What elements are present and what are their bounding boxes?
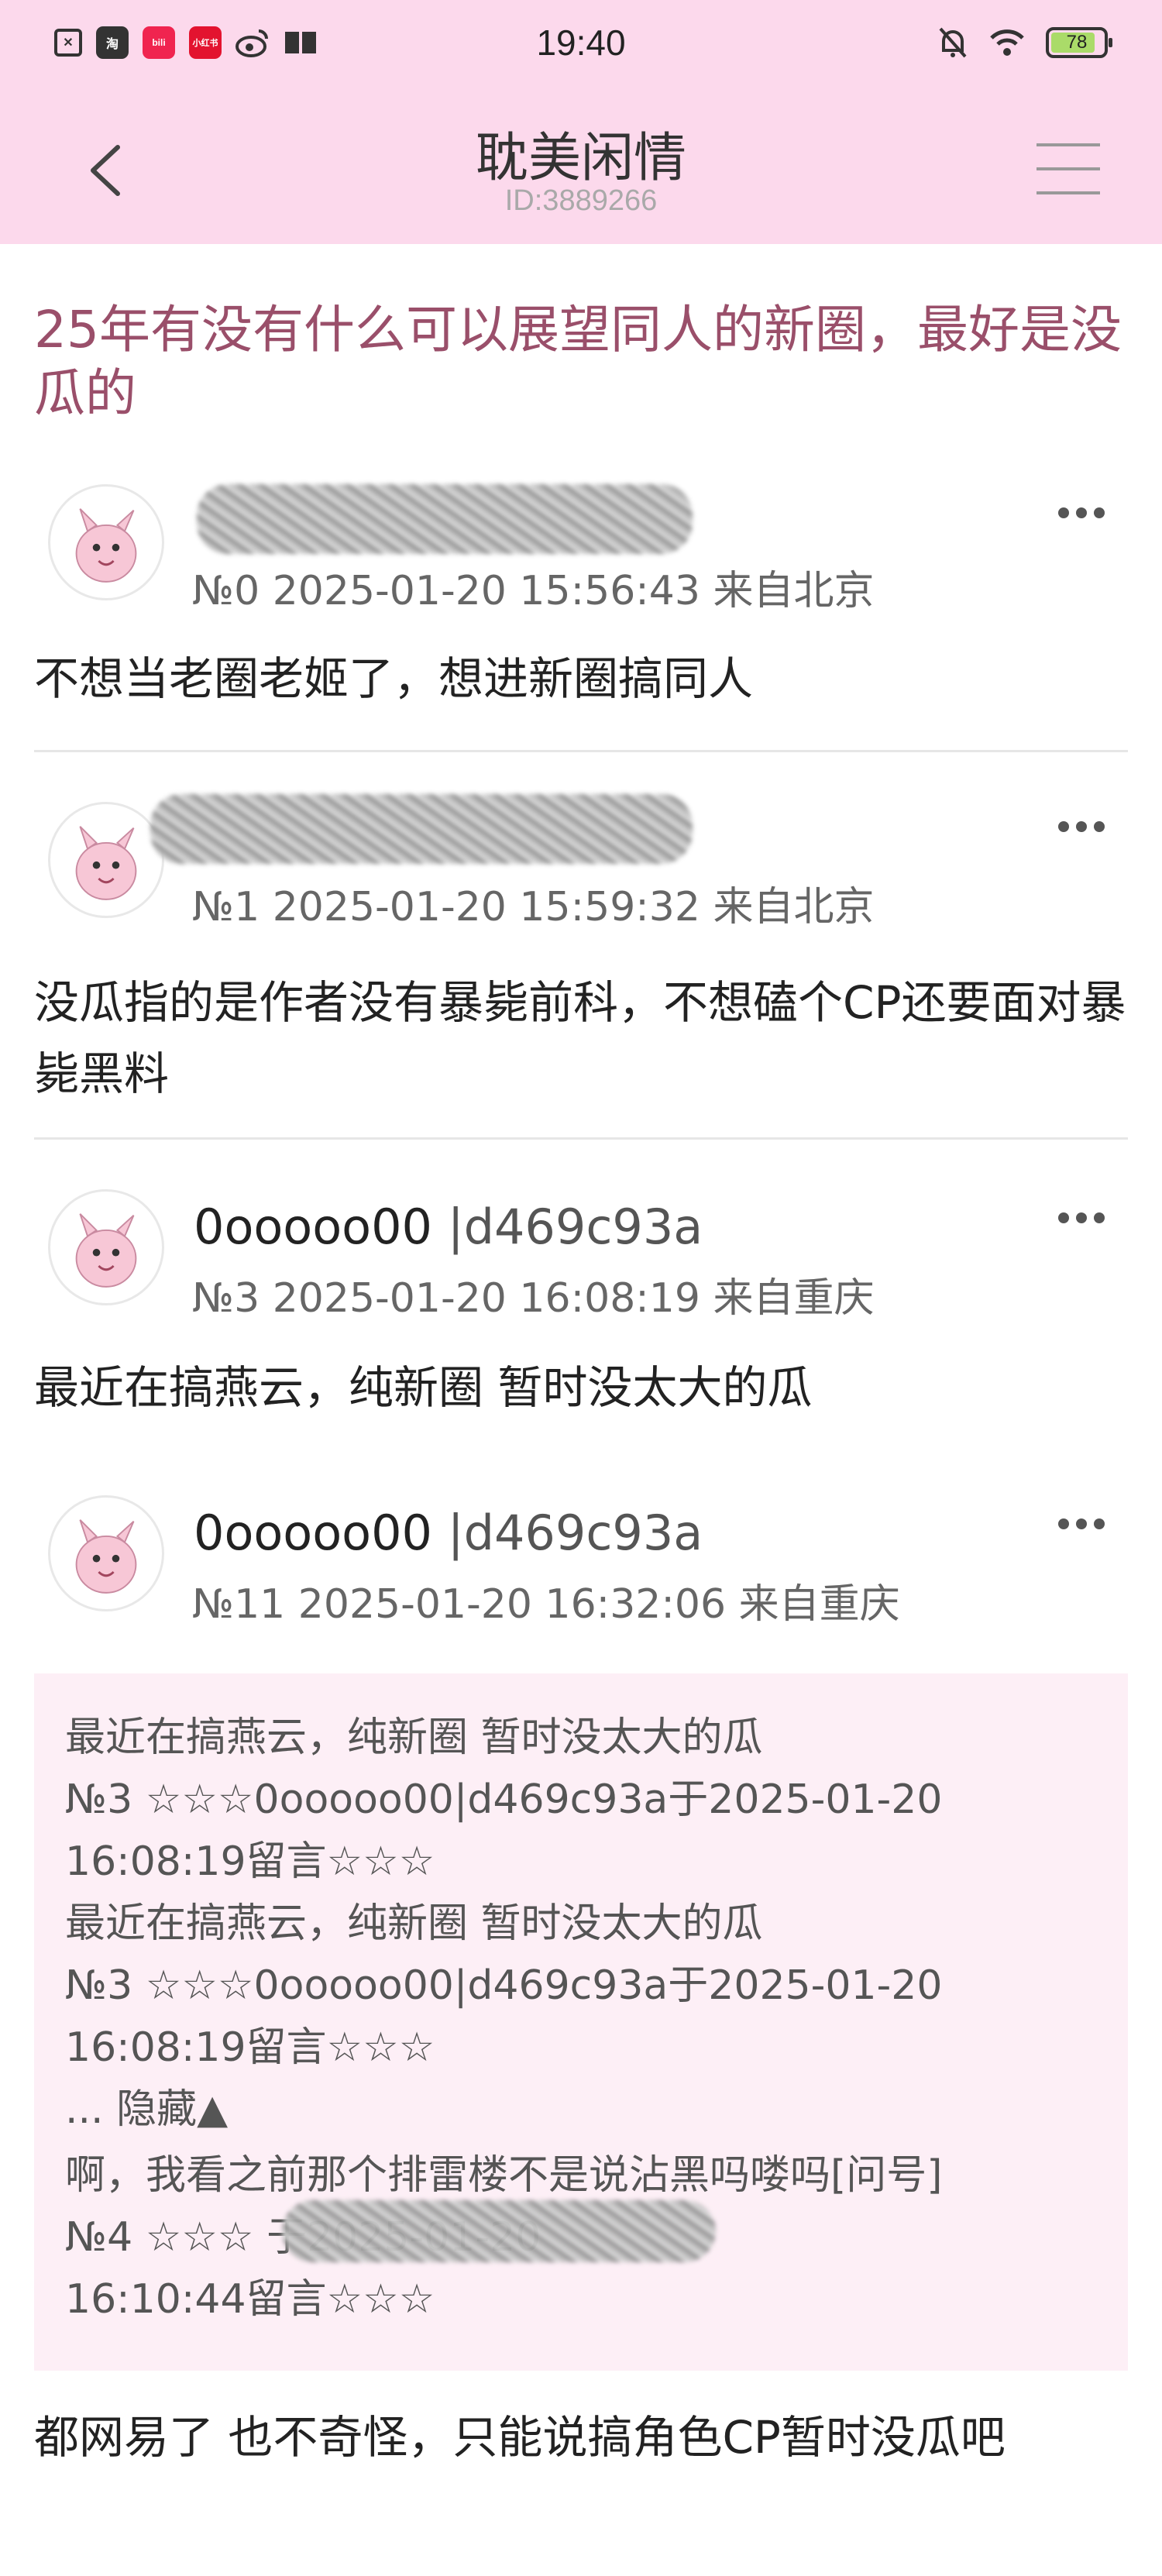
author-uid: |d469c93a — [447, 1199, 703, 1255]
author-nickname: 0ooooo00 — [194, 1505, 433, 1561]
quote-timestamp: 16:08:19留言☆☆☆ — [65, 2024, 435, 2071]
taobao-icon: 淘 — [96, 26, 129, 59]
post-meta: №11 2025-01-20 16:32:06 来自重庆 — [192, 1581, 900, 1628]
menu-line — [1037, 143, 1100, 146]
jigglypuff-avatar-icon — [75, 1213, 137, 1288]
weibo-icon — [235, 29, 268, 57]
author-uid: |d469c93a — [447, 1505, 703, 1561]
xiaohongshu-icon: 小红书 — [189, 26, 222, 59]
author-name[interactable]: 0ooooo00 |d469c93a — [194, 1505, 703, 1561]
status-bar: ✕ 淘 bili 小红书 19:40 78 — [0, 0, 1162, 85]
board-id: ID:3889266 — [504, 184, 658, 217]
x-box-icon: ✕ — [54, 29, 82, 57]
post-meta: №1 2025-01-20 15:59:32 来自北京 — [192, 884, 875, 930]
divider — [34, 1137, 1128, 1140]
more-options-button[interactable] — [1058, 1212, 1105, 1228]
mute-bell-icon — [939, 27, 967, 58]
more-options-button[interactable] — [1058, 1518, 1105, 1534]
nav-bar: 耽美闲情 ID:3889266 — [0, 85, 1162, 244]
author-name[interactable]: 0ooooo00 |d469c93a — [194, 1199, 703, 1255]
quote-text: 最近在搞燕云，纯新圈 暂时没太大的瓜 — [65, 1900, 763, 1947]
menu-line — [1037, 167, 1100, 170]
quote-attribution[interactable]: №3 ☆☆☆0ooooo00|d469c93a于2025-01-20 — [65, 1952, 942, 2010]
post-content: 没瓜指的是作者没有暴毙前科，不想磕个CP还要面对暴毙黑料 — [34, 976, 1126, 1100]
post-content: 最近在搞燕云，纯新圈 暂时没太大的瓜 — [34, 1361, 813, 1414]
clock: 19:40 — [536, 22, 626, 63]
battery-icon: 78 — [1046, 27, 1112, 58]
quote-attribution[interactable]: №3 ☆☆☆0ooooo00|d469c93a于2025-01-20 — [65, 1766, 942, 1825]
menu-line — [1037, 191, 1100, 194]
jigglypuff-avatar-icon — [75, 1519, 137, 1594]
post-content: 不想当老圈老姬了，想进新圈搞同人 — [34, 652, 754, 705]
post-meta: №3 2025-01-20 16:08:19 来自重庆 — [192, 1275, 875, 1322]
redacted-author — [197, 484, 693, 554]
system-icons: 78 — [937, 26, 1112, 60]
avatar[interactable] — [48, 484, 164, 600]
more-options-button[interactable] — [1058, 507, 1105, 523]
wifi-icon — [990, 29, 1024, 56]
jigglypuff-avatar-icon — [75, 508, 137, 583]
quote-text: 啊，我看之前那个排雷楼不是说沾黑吗喽吗[问号] — [65, 2152, 943, 2199]
post-meta: №0 2025-01-20 15:56:43 来自北京 — [192, 568, 875, 614]
menu-button[interactable] — [1037, 143, 1100, 198]
quote-text: 最近在搞燕云，纯新圈 暂时没太大的瓜 — [65, 1714, 763, 1761]
avatar[interactable] — [48, 802, 164, 918]
quoted-replies: 最近在搞燕云，纯新圈 暂时没太大的瓜 №3 ☆☆☆0ooooo00|d469c9… — [34, 1673, 1128, 2371]
redacted-author — [150, 794, 693, 864]
hide-toggle[interactable]: ... 隐藏▲ — [65, 2076, 228, 2134]
more-options-button[interactable] — [1058, 821, 1105, 837]
avatar[interactable] — [48, 1189, 164, 1305]
quote-timestamp: 16:10:44留言☆☆☆ — [65, 2276, 435, 2323]
divider — [34, 750, 1128, 752]
book-icon — [285, 32, 316, 53]
quote-timestamp: 16:08:19留言☆☆☆ — [65, 1838, 435, 1885]
avatar[interactable] — [48, 1495, 164, 1611]
author-nickname: 0ooooo00 — [194, 1199, 433, 1255]
bilibili-icon: bili — [143, 26, 175, 59]
jigglypuff-avatar-icon — [75, 826, 137, 900]
page-title: 耽美闲情 — [475, 128, 686, 189]
thread-title: 25年有没有什么可以展望同人的新圈，最好是没瓜的 — [34, 300, 1122, 423]
redacted-author — [282, 2200, 716, 2262]
notification-icons: ✕ 淘 bili 小红书 — [54, 26, 318, 59]
post-content: 都网易了 也不奇怪，只能说搞角色CP暂时没瓜吧 — [34, 2411, 1006, 2464]
